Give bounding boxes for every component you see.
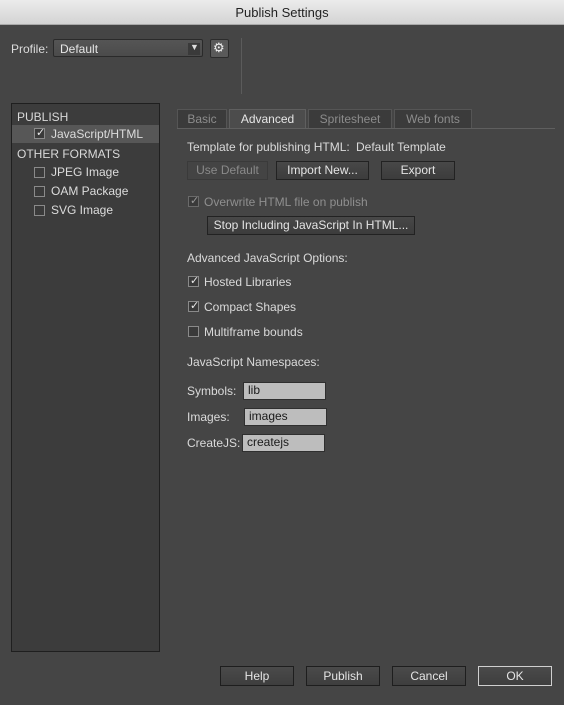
profile-label: Profile: [11, 42, 49, 56]
tab-bar: Basic Advanced Spritesheet Web fonts [177, 109, 555, 129]
use-default-button[interactable]: Use Default [187, 161, 268, 180]
compact-shapes-checkbox[interactable]: ✓ [188, 300, 200, 312]
tab-basic[interactable]: Basic [177, 109, 227, 128]
createjs-label: CreateJS: [187, 436, 241, 450]
symbols-namespace-input[interactable]: lib [243, 382, 326, 400]
check-icon: ✓ [190, 195, 200, 207]
sidebar-item-label: OAM Package [51, 184, 129, 198]
namespaces-header: JavaScript Namespaces: [187, 355, 320, 369]
sidebar-item-svg-image[interactable]: SVG Image [12, 201, 159, 219]
multiframe-bounds-label: Multiframe bounds [204, 325, 303, 339]
sidebar-item-label: JavaScript/HTML [51, 127, 144, 141]
profile-options-button[interactable]: ⚙ [210, 39, 229, 58]
divider [241, 38, 242, 94]
tab-web-fonts[interactable]: Web fonts [394, 109, 472, 128]
compact-shapes-label: Compact Shapes [204, 300, 297, 314]
svg-image-checkbox[interactable] [34, 205, 45, 216]
javascript-html-checkbox[interactable]: ✓ [34, 127, 46, 139]
format-sidebar: PUBLISH ✓ JavaScript/HTML OTHER FORMATS … [11, 103, 160, 652]
tab-advanced[interactable]: Advanced [229, 109, 306, 129]
createjs-namespace-input[interactable]: createjs [242, 434, 325, 452]
stop-including-js-button[interactable]: Stop Including JavaScript In HTML... [207, 216, 415, 235]
symbols-label: Symbols: [187, 384, 237, 398]
template-value: Default Template [356, 140, 446, 154]
jpeg-image-checkbox[interactable] [34, 167, 45, 178]
export-button[interactable]: Export [381, 161, 455, 180]
sidebar-item-oam-package[interactable]: OAM Package [12, 182, 159, 200]
ok-button[interactable]: OK [478, 666, 552, 686]
check-icon: ✓ [190, 275, 200, 287]
oam-package-checkbox[interactable] [34, 186, 45, 197]
chevron-down-glyph: ▼ [190, 42, 199, 52]
overwrite-html-label: Overwrite HTML file on publish [204, 195, 368, 209]
sidebar-item-label: SVG Image [51, 203, 114, 217]
sidebar-item-javascript-html[interactable]: ✓ JavaScript/HTML [12, 125, 159, 143]
hosted-libraries-checkbox[interactable]: ✓ [188, 275, 200, 287]
title-bar: Publish Settings [0, 0, 564, 25]
other-formats-header: OTHER FORMATS [17, 147, 121, 161]
overwrite-html-checkbox[interactable]: ✓ [188, 195, 200, 207]
publish-header: PUBLISH [17, 110, 69, 124]
profile-value: Default [60, 42, 99, 56]
help-button[interactable]: Help [220, 666, 294, 686]
images-namespace-input[interactable]: images [244, 408, 327, 426]
window-title: Publish Settings [235, 5, 329, 20]
publish-button[interactable]: Publish [306, 666, 380, 686]
profile-select[interactable]: Default ▼ [53, 39, 203, 57]
sidebar-item-label: JPEG Image [51, 165, 120, 179]
gear-icon: ⚙ [213, 40, 225, 55]
hosted-libraries-label: Hosted Libraries [204, 275, 292, 289]
check-icon: ✓ [36, 127, 46, 139]
import-new-button[interactable]: Import New... [276, 161, 369, 180]
check-icon: ✓ [190, 300, 200, 312]
cancel-button[interactable]: Cancel [392, 666, 466, 686]
sidebar-item-jpeg-image[interactable]: JPEG Image [12, 163, 159, 181]
tab-spritesheet[interactable]: Spritesheet [308, 109, 392, 128]
js-options-header: Advanced JavaScript Options: [187, 251, 348, 265]
chevron-down-icon[interactable]: ▼ [188, 42, 200, 55]
images-label: Images: [187, 410, 230, 424]
tab-divider [177, 128, 555, 129]
template-label: Template for publishing HTML: [187, 140, 350, 154]
multiframe-bounds-checkbox[interactable] [188, 326, 199, 337]
